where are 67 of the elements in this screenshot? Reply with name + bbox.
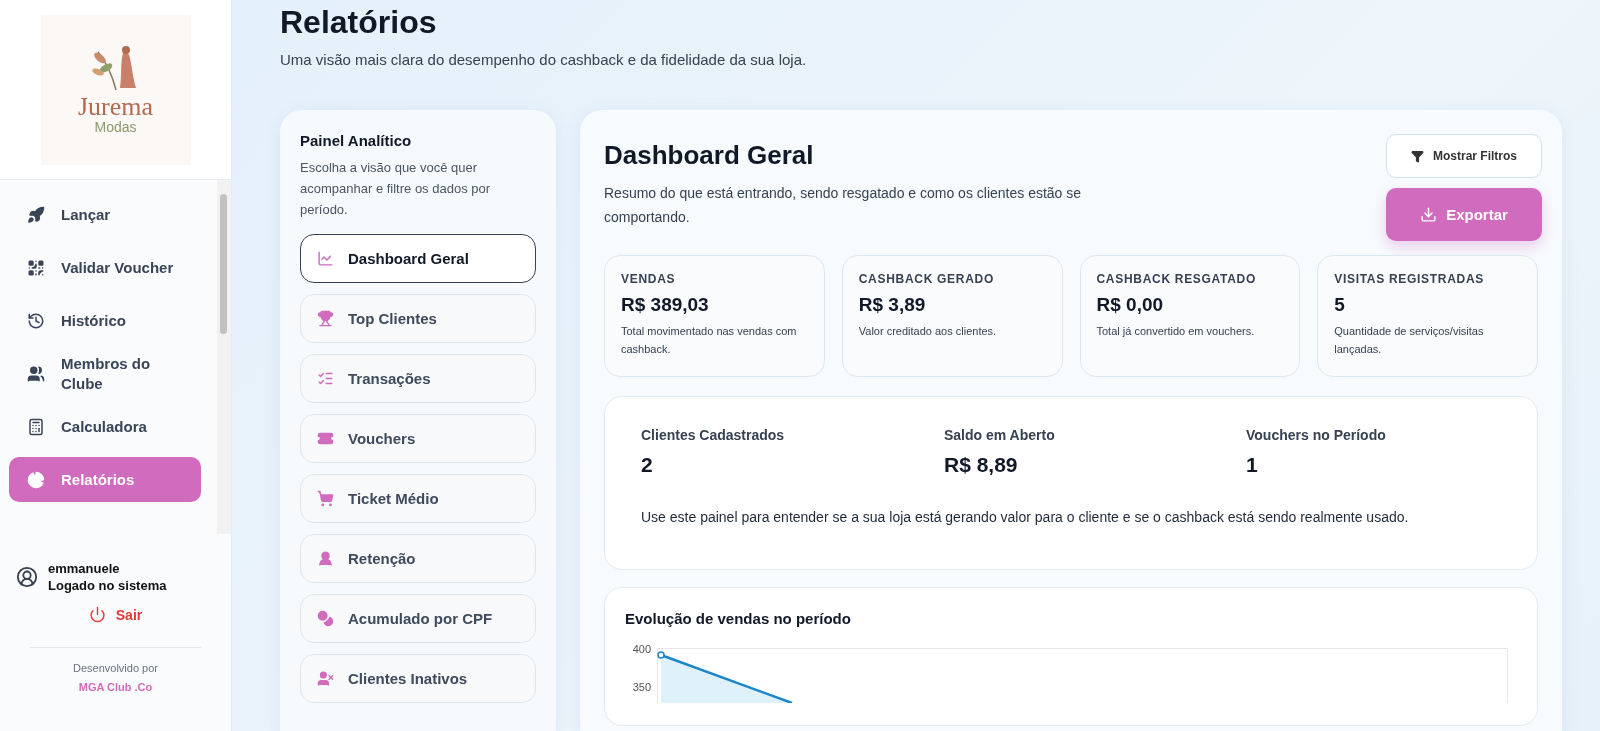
report-tab[interactable]: Vouchers (300, 414, 536, 463)
nav-item[interactable]: Calculadora (9, 404, 201, 449)
ticket-icon (317, 430, 334, 447)
nav-item[interactable]: Lançar (9, 192, 201, 237)
history-icon (27, 311, 45, 330)
nav-item[interactable]: Validar Voucher (9, 245, 201, 290)
stat-label: VISITAS REGISTRADAS (1334, 272, 1485, 286)
stat-note: Total já convertido em vouchers. (1096, 324, 1256, 339)
coins-icon (317, 610, 334, 627)
power-icon (88, 606, 106, 623)
stat-label: CASHBACK GERADO (858, 272, 995, 286)
page-subtitle: Uma visão mais clara do desempenho do cashback e da fidelidade da sua loja. (280, 51, 808, 68)
stat-value: R$ 389,03 (621, 294, 710, 316)
summary-label: Clientes Cadastrados (641, 427, 786, 443)
users-icon (27, 364, 45, 383)
panel-title: Painel Analítico (300, 132, 413, 149)
filter-button[interactable]: Mostrar Filtros (1386, 134, 1542, 178)
summary-label: Vouchers no Período (1246, 427, 1387, 443)
checklist-icon (317, 370, 334, 387)
scrollbar[interactable] (217, 180, 231, 534)
report-tab[interactable]: Ticket Médio (300, 474, 536, 523)
chart-title: Evolução de vendas no período (625, 610, 852, 627)
stat-note: Valor creditado aos clientes. (858, 324, 998, 339)
y-tick-label: 350 (631, 681, 651, 693)
logout-link[interactable]: Sair (88, 606, 143, 623)
download-icon (1420, 206, 1438, 223)
report-tab[interactable]: Top Clientes (300, 294, 536, 343)
calculator-icon (27, 417, 45, 436)
trophy-icon (317, 310, 334, 327)
report-tab[interactable]: Retenção (300, 534, 536, 583)
logo-tagline: Modas (94, 119, 137, 136)
summary-value: R$ 8,89 (944, 453, 1019, 477)
user-avatar-icon (16, 566, 38, 588)
stat-value: R$ 0,00 (1096, 294, 1165, 316)
nav-item[interactable]: Histórico (9, 298, 201, 343)
report-tab[interactable]: Transações (300, 354, 536, 403)
logo-name: Jurema (77, 93, 154, 120)
dashboard-description: Resumo do que está entrando, sendo resgatado e como os clientes estão se comportando. (604, 184, 1083, 227)
report-tab[interactable]: Acumulado por CPF (300, 594, 536, 643)
stat-note: Total movimentado nas vendas com cashback. (621, 324, 798, 357)
panel-description: Escolha a visão que você quer acompanhar e filtre os dados por período. (300, 159, 492, 219)
page-title: Relatórios (280, 4, 438, 41)
summary-note: Use este painel para entender se a sua loja está gerando valor para o cliente e se o cashback está sendo realmente usado. (641, 509, 1410, 525)
rocket-icon (27, 205, 45, 224)
pie-chart-icon (27, 470, 45, 489)
y-tick-label: 400 (631, 643, 651, 655)
line-chart-icon (317, 250, 334, 267)
summary-value: 1 (1246, 453, 1259, 477)
user-status: Logado no sistema (48, 577, 167, 594)
report-tab[interactable]: Clientes Inativos (300, 654, 536, 703)
nav-item[interactable]: Membros do Clube (9, 351, 201, 396)
summary-value: 2 (641, 453, 654, 477)
summary-label: Saldo em Aberto (944, 427, 1056, 443)
stat-value: 5 (1334, 294, 1346, 316)
user-name: emmanuele (48, 560, 121, 577)
stat-note: Quantidade de serviços/visitas lançadas. (1334, 324, 1485, 357)
user-icon (317, 550, 334, 567)
cart-icon (317, 490, 334, 507)
qr-code-icon (27, 258, 45, 277)
stat-value: R$ 3,89 (858, 294, 927, 316)
stat-label: CASHBACK RESGATADO (1096, 272, 1257, 286)
report-tab[interactable]: Dashboard Geral (300, 234, 536, 283)
filter-icon (1411, 149, 1424, 163)
user-crossed-icon (317, 670, 334, 687)
dashboard-title: Dashboard Geral (604, 140, 815, 171)
stat-label: VENDAS (621, 272, 677, 286)
footer-text: Desenvolvido por (72, 662, 159, 674)
